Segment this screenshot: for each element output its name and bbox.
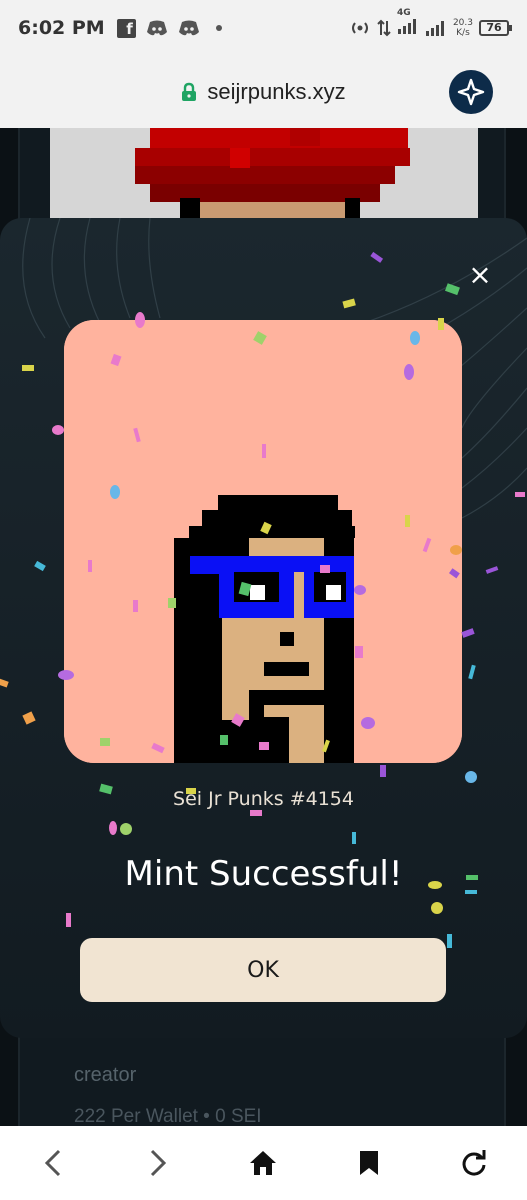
punk-avatar (64, 320, 462, 763)
background-punk-art (50, 128, 478, 220)
signal-icon (397, 19, 416, 34)
mint-success-heading: Mint Successful! (124, 854, 403, 894)
bookmark-icon (359, 1151, 378, 1175)
status-bar: 6:02 PM f 4G 20.3 K/s 76 (0, 0, 527, 56)
background-nft-image (50, 128, 478, 220)
net-speed: 20.3 K/s (453, 18, 473, 38)
forward-button[interactable] (138, 1143, 178, 1183)
battery-icon: 76 (479, 20, 512, 36)
notification-icons: f (116, 18, 222, 38)
status-time: 6:02 PM (18, 17, 105, 39)
hotspot-icon (351, 22, 368, 34)
nft-name: Sei Jr Punks #4154 (173, 788, 354, 810)
nft-image (64, 320, 462, 763)
signal-4g: 4G (397, 8, 419, 39)
mint-success-modal: × Sei Jr Punks #4154 Mint Successful! OK (0, 218, 527, 1038)
close-button[interactable]: × (467, 261, 493, 289)
back-button[interactable] (33, 1143, 73, 1183)
reload-icon (462, 1150, 486, 1176)
extension-icon (457, 78, 485, 106)
lock-icon[interactable] (181, 82, 197, 102)
back-icon (44, 1149, 60, 1177)
home-button[interactable] (243, 1143, 283, 1183)
url-display[interactable]: seijrpunks.xyz (181, 79, 346, 105)
more-notifications-icon (215, 25, 222, 31)
discord-icon (178, 20, 199, 35)
network-label: 4G (396, 8, 411, 18)
reload-button[interactable] (454, 1143, 494, 1183)
wallet-info: 222 Per Wallet • 0 SEI (74, 1106, 262, 1126)
facebook-icon: f (116, 18, 136, 38)
discord-icon (146, 20, 167, 35)
net-speed-value: 20.3 (452, 18, 473, 28)
url-bar[interactable]: seijrpunks.xyz (0, 56, 527, 128)
creator-label: creator (74, 1064, 137, 1086)
status-right: 4G 20.3 K/s 76 (349, 8, 512, 39)
close-icon[interactable]: × (468, 258, 491, 291)
forward-icon (151, 1149, 167, 1177)
net-speed-unit: K/s (456, 28, 470, 38)
ok-button[interactable]: OK (80, 938, 446, 1002)
bookmark-button[interactable] (349, 1143, 389, 1183)
extension-button[interactable] (449, 70, 493, 114)
home-icon (250, 1151, 277, 1175)
browser-bottom-nav (0, 1126, 527, 1200)
url-text[interactable]: seijrpunks.xyz (207, 79, 345, 105)
data-arrows-icon (377, 19, 391, 37)
signal-icon-2 (425, 21, 444, 36)
